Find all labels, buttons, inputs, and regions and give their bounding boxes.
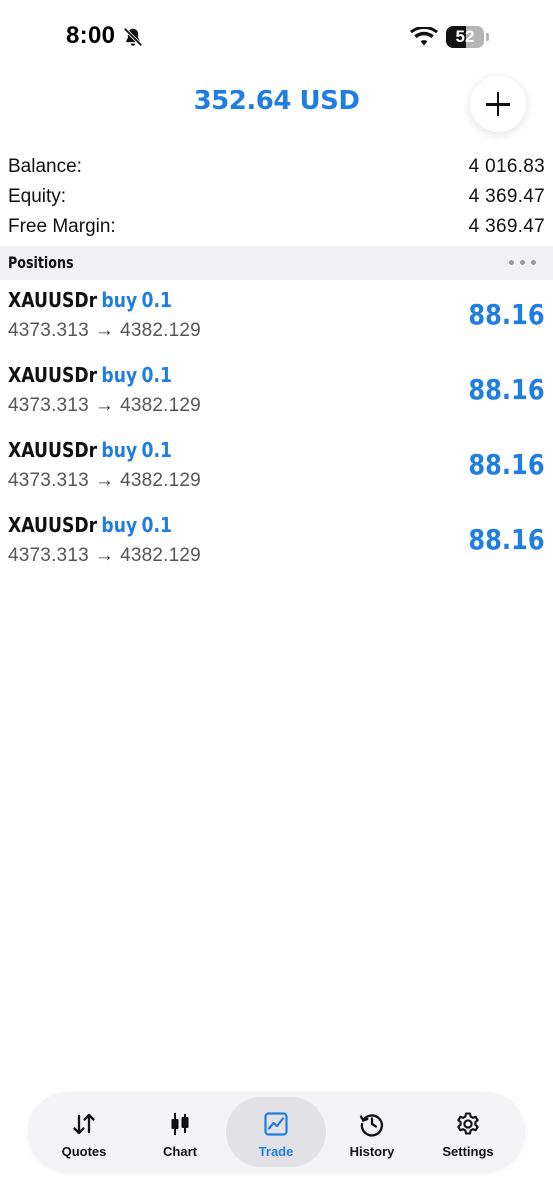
position-title: XAUUSDr buy 0.1	[8, 363, 172, 387]
account-summary: Balance: 4 016.83 Equity: 4 369.47 Free …	[8, 152, 545, 242]
history-clock-icon	[359, 1114, 384, 1137]
trade-chart-icon	[264, 1112, 288, 1136]
position-prices: 4373.313 → 4382.129	[8, 395, 201, 417]
candlestick-icon	[171, 1113, 189, 1135]
positions-section-header: Positions	[0, 246, 553, 280]
more-options-icon[interactable]	[509, 260, 537, 266]
current-price: 4382.129	[120, 470, 201, 491]
current-price: 4382.129	[120, 320, 201, 341]
summary-row-equity: Equity: 4 369.47	[8, 182, 545, 212]
summary-label: Free Margin:	[8, 216, 116, 237]
position-side: buy	[101, 513, 138, 537]
battery-cap	[486, 33, 489, 41]
position-volume: 0.1	[141, 288, 172, 312]
position-side: buy	[101, 438, 138, 462]
tab-history[interactable]: History	[322, 1097, 422, 1167]
section-title: Positions	[8, 253, 74, 272]
current-price: 4382.129	[120, 545, 201, 566]
position-volume: 0.1	[141, 363, 172, 387]
arrow-right-icon: →	[94, 320, 115, 341]
open-price: 4373.313	[8, 545, 89, 566]
tab-quotes[interactable]: Quotes	[34, 1097, 134, 1167]
gear-icon	[457, 1112, 479, 1135]
position-prices: 4373.313 → 4382.129	[8, 320, 201, 342]
tab-label: History	[349, 1144, 395, 1159]
add-order-button[interactable]	[470, 76, 526, 132]
position-symbol: XAUUSDr	[8, 288, 98, 312]
position-volume: 0.1	[141, 438, 172, 462]
summary-value: 4 016.83	[468, 156, 545, 177]
tab-label: Quotes	[61, 1144, 107, 1159]
position-row[interactable]: XAUUSDr buy 0.1 4373.313 → 4382.129 88.16	[0, 359, 553, 434]
position-prices: 4373.313 → 4382.129	[8, 545, 201, 567]
wifi-icon	[410, 27, 438, 46]
arrow-right-icon: →	[94, 470, 115, 491]
battery-level: 52	[455, 27, 475, 46]
status-time: 8:00	[66, 22, 116, 49]
tab-label: Settings	[442, 1144, 494, 1159]
position-symbol: XAUUSDr	[8, 363, 98, 387]
tab-label: Chart	[163, 1144, 197, 1159]
tab-chart[interactable]: Chart	[130, 1097, 230, 1167]
position-row[interactable]: XAUUSDr buy 0.1 4373.313 → 4382.129 88.16	[0, 284, 553, 359]
tab-settings[interactable]: Settings	[418, 1097, 518, 1167]
position-symbol: XAUUSDr	[8, 513, 98, 537]
position-title: XAUUSDr buy 0.1	[8, 438, 172, 462]
position-volume: 0.1	[141, 513, 172, 537]
position-title: XAUUSDr buy 0.1	[8, 513, 172, 537]
position-profit: 88.16	[468, 523, 545, 556]
position-prices: 4373.313 → 4382.129	[8, 470, 201, 492]
battery-indicator: 52	[446, 26, 484, 48]
tab-trade[interactable]: Trade	[226, 1097, 326, 1167]
open-price: 4373.313	[8, 470, 89, 491]
arrow-right-icon: →	[94, 545, 115, 566]
position-symbol: XAUUSDr	[8, 438, 98, 462]
open-price: 4373.313	[8, 395, 89, 416]
arrow-right-icon: →	[94, 395, 115, 416]
position-row[interactable]: XAUUSDr buy 0.1 4373.313 → 4382.129 88.16	[0, 509, 553, 584]
summary-value: 4 369.47	[468, 186, 545, 207]
positions-list: XAUUSDr buy 0.1 4373.313 → 4382.129 88.16 XA…	[0, 284, 553, 584]
position-side: buy	[101, 288, 138, 312]
summary-value: 4 369.47	[468, 216, 545, 237]
summary-row-free-margin: Free Margin: 4 369.47	[8, 212, 545, 242]
position-profit: 88.16	[468, 448, 545, 481]
quotes-arrows-icon	[73, 1113, 95, 1135]
tab-label: Trade	[258, 1144, 294, 1159]
bell-muted-icon	[124, 28, 142, 46]
summary-label: Balance:	[8, 156, 82, 177]
current-price: 4382.129	[120, 395, 201, 416]
position-title: XAUUSDr buy 0.1	[8, 288, 172, 312]
position-profit: 88.16	[468, 373, 545, 406]
summary-row-balance: Balance: 4 016.83	[8, 152, 545, 182]
position-profit: 88.16	[468, 298, 545, 331]
summary-label: Equity:	[8, 186, 67, 207]
position-row[interactable]: XAUUSDr buy 0.1 4373.313 → 4382.129 88.16	[0, 434, 553, 509]
bottom-tab-bar: Quotes Chart Trade History Settings	[28, 1092, 525, 1172]
status-bar: 8:00 52	[0, 0, 553, 76]
open-price: 4373.313	[8, 320, 89, 341]
position-side: buy	[101, 363, 138, 387]
